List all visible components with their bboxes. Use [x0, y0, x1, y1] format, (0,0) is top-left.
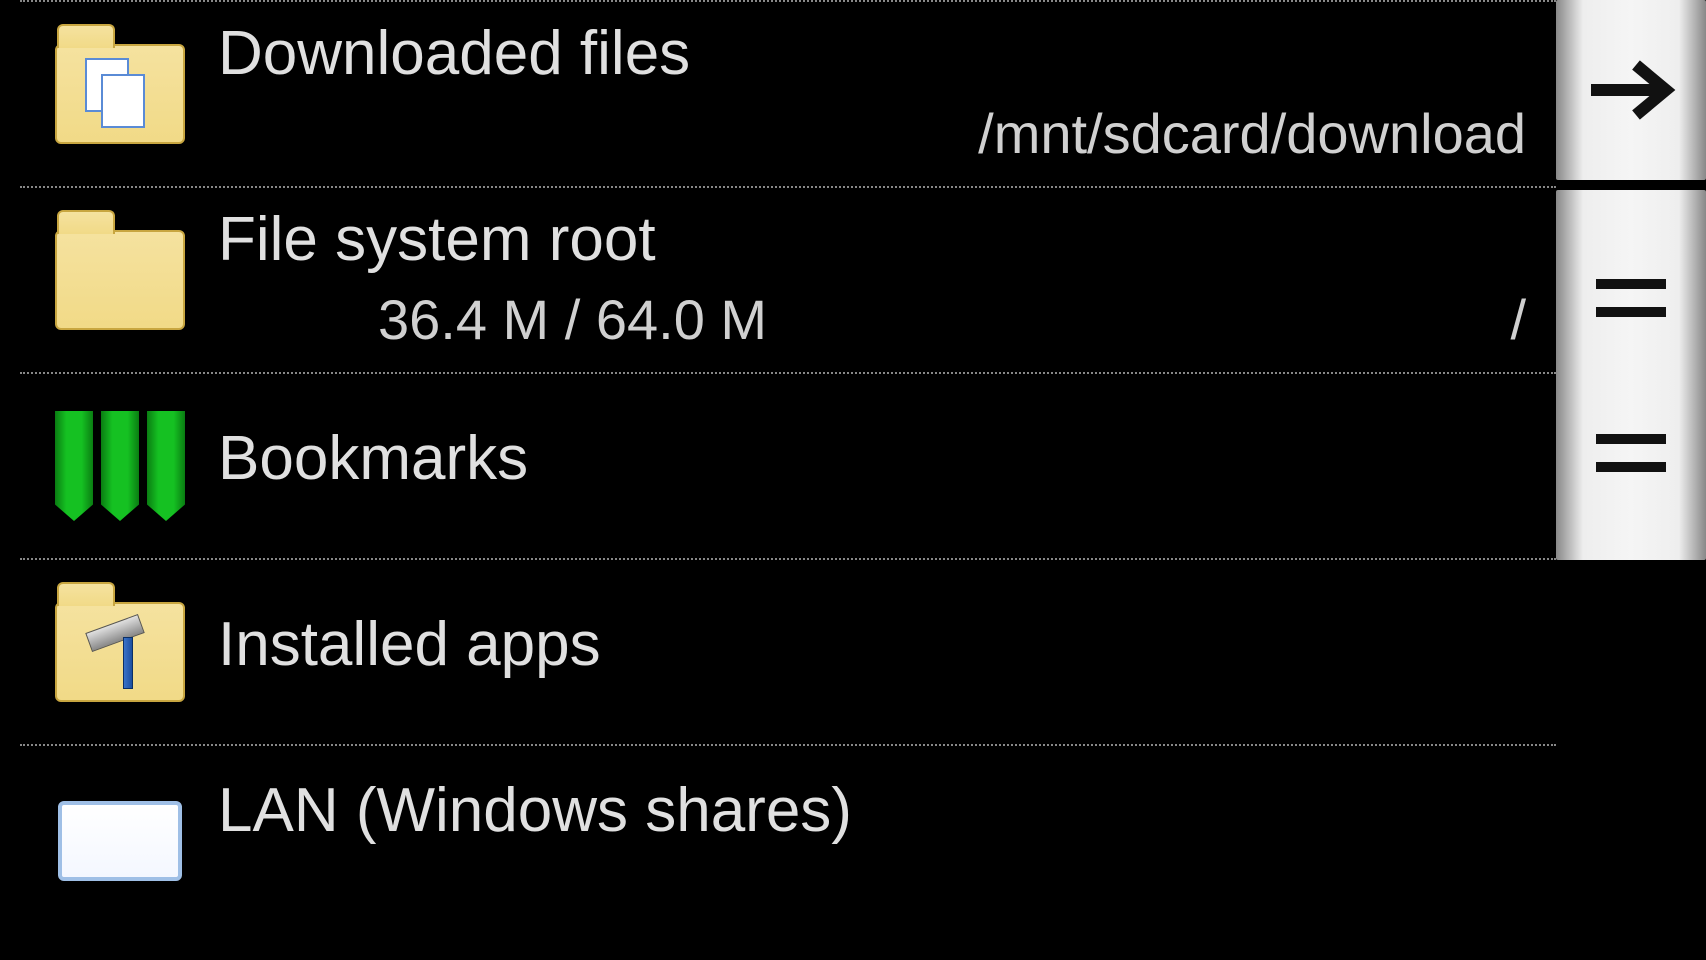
list-item-bookmarks[interactable]: Bookmarks	[20, 372, 1556, 558]
menu-button[interactable]	[1556, 190, 1706, 560]
item-title: File system root	[218, 204, 1526, 275]
item-text: Downloaded files /mnt/sdcard/download	[218, 18, 1526, 170]
item-sub-right: /mnt/sdcard/download	[218, 101, 1526, 166]
list-item-installed-apps[interactable]: Installed apps	[20, 558, 1556, 744]
menu-icon	[1596, 434, 1666, 472]
item-text: File system root 36.4 M / 64.0 M /	[218, 204, 1526, 356]
item-sub-left: 36.4 M / 64.0 M	[218, 287, 767, 352]
item-title: Installed apps	[218, 609, 1526, 680]
list-item-lan[interactable]: LAN (Windows shares)	[20, 744, 1556, 864]
lan-icon	[50, 776, 190, 906]
bookmark-icon	[50, 401, 190, 531]
sidebar	[1556, 0, 1706, 960]
item-title: Bookmarks	[218, 423, 1526, 494]
folder-hammer-icon	[50, 587, 190, 717]
folder-icon	[50, 215, 190, 345]
list-item-downloaded-files[interactable]: Downloaded files /mnt/sdcard/download	[20, 0, 1556, 186]
item-text: Bookmarks	[218, 390, 1526, 542]
file-list: Downloaded files /mnt/sdcard/download Fi…	[0, 0, 1556, 960]
list-item-filesystem-root[interactable]: File system root 36.4 M / 64.0 M /	[20, 186, 1556, 372]
folder-docs-icon	[50, 29, 190, 159]
item-title: Downloaded files	[218, 18, 1526, 89]
forward-button[interactable]	[1556, 0, 1706, 180]
arrow-right-icon	[1586, 55, 1676, 125]
item-text: LAN (Windows shares)	[218, 776, 1526, 848]
menu-icon	[1596, 279, 1666, 317]
item-sub-right: /	[767, 287, 1526, 352]
item-text: Installed apps	[218, 576, 1526, 728]
item-title: LAN (Windows shares)	[218, 775, 1526, 846]
